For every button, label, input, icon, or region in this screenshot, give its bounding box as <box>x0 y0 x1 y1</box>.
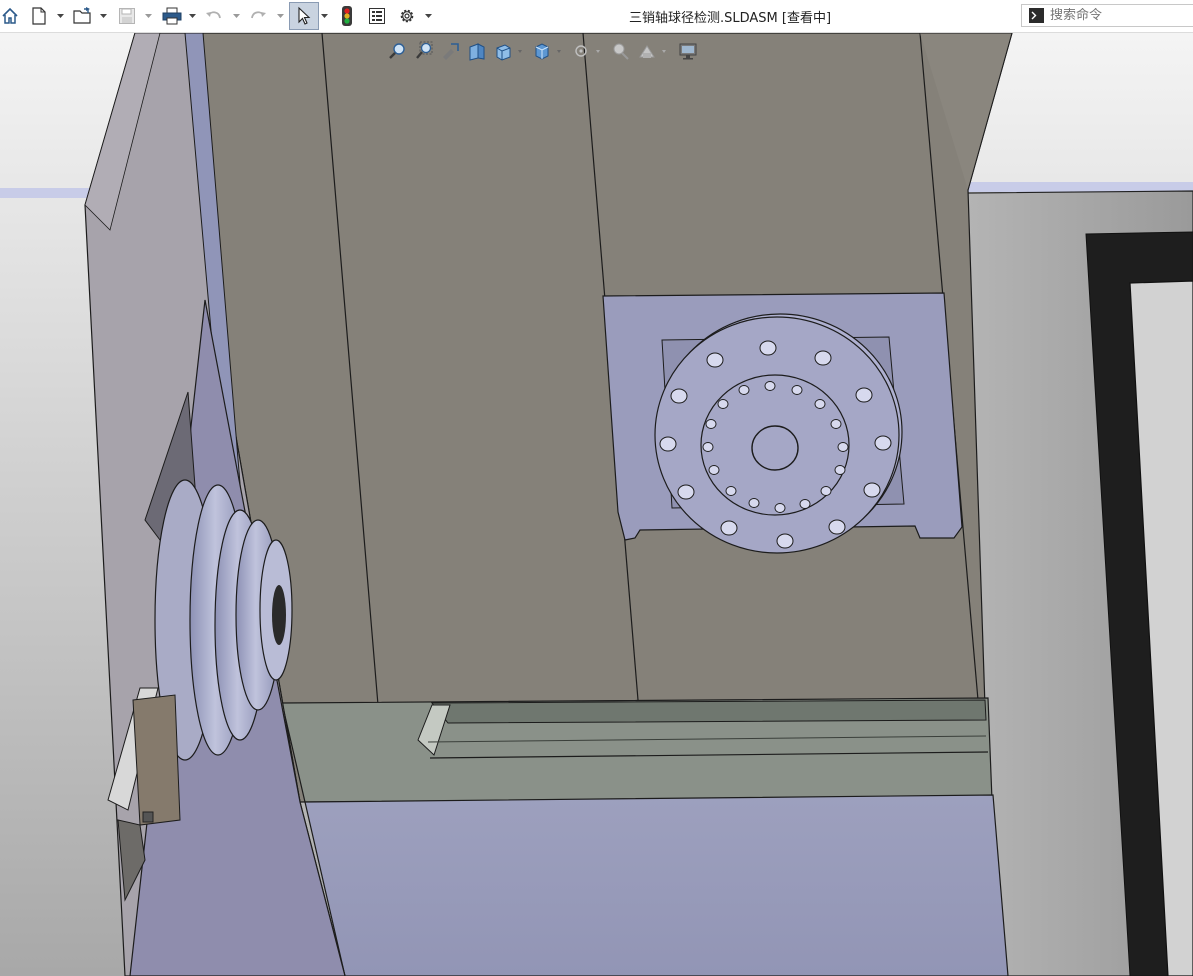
undo-button[interactable] <box>204 3 224 29</box>
previous-view-icon <box>443 43 459 60</box>
graphics-area[interactable] <box>0 33 1193 976</box>
display-style-button[interactable] <box>531 39 553 63</box>
section-view-button[interactable] <box>466 39 488 63</box>
new-document-button[interactable] <box>29 3 49 29</box>
assembly-model-view[interactable] <box>0 33 1193 976</box>
edit-appearance-icon <box>613 43 629 60</box>
hide-show-icon <box>575 45 587 57</box>
background-rail-left <box>0 188 90 198</box>
hide-show-items-button[interactable] <box>570 39 592 63</box>
right-cabinet <box>965 190 1193 976</box>
display-style-icon <box>535 43 549 60</box>
previous-view-button[interactable] <box>440 39 462 63</box>
heads-up-separator-icon <box>596 50 600 53</box>
select-pointer-icon <box>298 6 311 25</box>
top-toolbar: 三销轴球径检测.SLDASM [查看中] <box>0 0 1193 33</box>
save-dropdown-arrow-icon[interactable] <box>145 12 152 19</box>
home-button[interactable] <box>0 3 20 29</box>
home-icon <box>2 7 18 24</box>
edit-appearance-button[interactable] <box>609 39 631 63</box>
apply-scene-icon <box>639 45 655 58</box>
heads-up-separator-icon <box>662 50 666 53</box>
zoom-to-fit-button[interactable] <box>386 39 408 63</box>
section-view-icon <box>469 43 485 61</box>
view-orientation-icon <box>496 44 511 61</box>
file-properties-button[interactable] <box>366 3 388 29</box>
search-commands-box[interactable] <box>1021 4 1193 27</box>
options-dropdown-arrow-icon[interactable] <box>425 12 432 19</box>
print-dropdown-arrow-icon[interactable] <box>189 12 196 19</box>
open-folder-icon <box>73 7 91 24</box>
monitor-icon <box>679 43 697 60</box>
zoom-to-area-button[interactable] <box>413 39 435 63</box>
apply-scene-button[interactable] <box>636 39 658 63</box>
options-button[interactable] <box>396 3 418 29</box>
open-button[interactable] <box>72 3 94 29</box>
traffic-light-icon <box>342 6 352 26</box>
new-document-icon <box>32 7 46 25</box>
redo-button[interactable] <box>248 3 268 29</box>
search-commands-input[interactable] <box>1050 8 1190 23</box>
open-dropdown-arrow-icon[interactable] <box>100 12 107 19</box>
undo-dropdown-arrow-icon[interactable] <box>233 12 240 19</box>
view-orientation-button[interactable] <box>492 39 514 63</box>
zoom-to-fit-icon <box>389 43 405 59</box>
background-rail-right <box>968 182 1193 192</box>
print-icon <box>162 7 182 25</box>
redo-icon <box>251 11 266 19</box>
command-prompt-icon <box>1029 8 1044 23</box>
machine-base <box>281 697 1009 976</box>
zoom-to-area-icon <box>416 41 433 59</box>
select-dropdown-arrow-icon[interactable] <box>321 12 328 19</box>
new-dropdown-arrow-icon[interactable] <box>57 12 64 19</box>
undo-icon <box>206 11 221 19</box>
heads-up-separator-icon <box>518 50 522 53</box>
redo-dropdown-arrow-icon[interactable] <box>277 12 284 19</box>
rebuild-button[interactable] <box>337 3 357 29</box>
file-properties-icon <box>369 8 385 24</box>
view-settings-button[interactable] <box>677 39 699 63</box>
gear-icon <box>400 9 414 23</box>
save-icon <box>119 8 135 24</box>
heads-up-separator-icon <box>557 50 561 53</box>
rotary-table <box>602 292 963 554</box>
document-title: 三销轴球径检测.SLDASM [查看中] <box>628 11 832 26</box>
select-button[interactable] <box>289 2 319 30</box>
print-button[interactable] <box>160 3 184 29</box>
save-button[interactable] <box>117 3 137 29</box>
